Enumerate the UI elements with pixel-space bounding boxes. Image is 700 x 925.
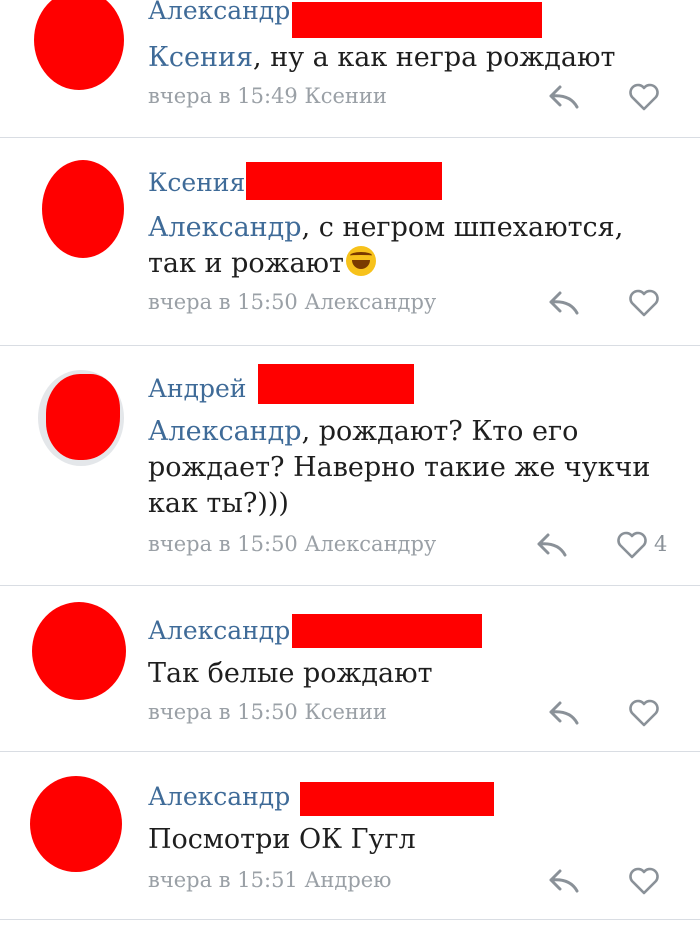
comment-text: Ксения, ну а как негра рождают	[148, 40, 648, 76]
comment-meta: вчера в 15:50 Александру	[148, 532, 436, 556]
comment: Ксения Александр, с негром шпехаются, та…	[0, 138, 700, 346]
mention-link[interactable]: Александр	[148, 416, 302, 447]
comment: Александр Так белые рождают вчера в 15:5…	[0, 586, 700, 752]
avatar[interactable]	[42, 160, 124, 258]
redaction-mark	[292, 614, 482, 648]
comment-time: вчера в 15:49	[148, 84, 298, 108]
comment-text: Александр, рождают? Кто его рождает? Нав…	[148, 414, 658, 522]
reply-icon[interactable]	[548, 700, 580, 726]
avatar[interactable]	[32, 602, 126, 700]
reply-icon[interactable]	[548, 868, 580, 894]
comment-time: вчера в 15:51	[148, 868, 298, 892]
heart-icon[interactable]	[628, 698, 660, 728]
comment: Александр Ксения, ну а как негра рождают…	[0, 0, 700, 138]
redaction-mark	[258, 364, 414, 404]
avatar[interactable]	[34, 0, 124, 90]
comment-time: вчера в 15:50	[148, 532, 298, 556]
comment-author[interactable]: Александр	[148, 782, 290, 811]
redaction-mark	[300, 782, 494, 816]
comment-time: вчера в 15:50	[148, 700, 298, 724]
comment-author[interactable]: Александр	[148, 616, 290, 645]
comment-meta: вчера в 15:50 Александру	[148, 290, 436, 314]
reply-icon[interactable]	[536, 532, 568, 558]
comment-text: Александр, с негром шпехаются, так и рож…	[148, 210, 628, 282]
comment-meta: вчера в 15:49 Ксении	[148, 84, 387, 108]
heart-icon[interactable]	[616, 530, 648, 560]
comment-body: Посмотри ОК Гугл	[148, 824, 416, 855]
comment-body: Так белые рождают	[148, 658, 433, 689]
avatar[interactable]	[38, 370, 124, 466]
comment-text: Так белые рождают	[148, 656, 648, 692]
reply-to[interactable]: Александру	[304, 290, 436, 314]
comment: Александр Посмотри ОК Гугл вчера в 15:51…	[0, 752, 700, 920]
comment-author[interactable]: Александр	[148, 0, 290, 25]
like-count: 4	[654, 532, 668, 556]
reply-to[interactable]: Ксении	[304, 700, 386, 724]
reply-to[interactable]: Александру	[304, 532, 436, 556]
mention-link[interactable]: Ксения	[148, 42, 253, 73]
comment: Андрей Александр, рождают? Кто его рожда…	[0, 346, 700, 586]
laughing-emoji-icon	[346, 246, 376, 276]
comment-body: , ну а как негра рождают	[253, 42, 616, 73]
comment-text: Посмотри ОК Гугл	[148, 822, 648, 858]
comment-author[interactable]: Андрей	[148, 374, 246, 403]
comment-meta: вчера в 15:51 Андрею	[148, 868, 391, 892]
avatar[interactable]	[30, 776, 122, 872]
reply-to[interactable]: Андрею	[304, 868, 391, 892]
mention-link[interactable]: Александр	[148, 212, 302, 243]
reply-icon[interactable]	[548, 290, 580, 316]
comment-meta: вчера в 15:50 Ксении	[148, 700, 387, 724]
comment-time: вчера в 15:50	[148, 290, 298, 314]
redaction-mark	[292, 2, 542, 38]
redaction-mark	[246, 162, 442, 200]
heart-icon[interactable]	[628, 866, 660, 896]
reply-icon[interactable]	[548, 84, 580, 110]
heart-icon[interactable]	[628, 82, 660, 112]
redaction-mark	[46, 374, 120, 460]
heart-icon[interactable]	[628, 288, 660, 318]
comment-author[interactable]: Ксения	[148, 168, 245, 197]
reply-to[interactable]: Ксении	[304, 84, 386, 108]
